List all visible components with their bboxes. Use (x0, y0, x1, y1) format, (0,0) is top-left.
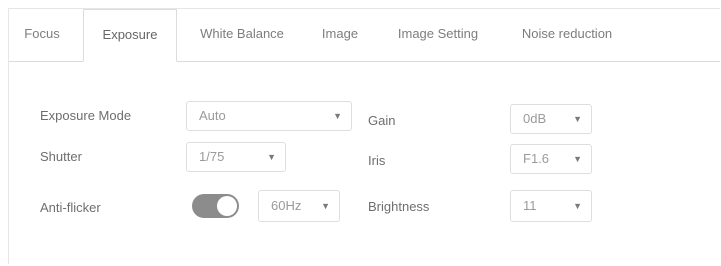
tab-exposure[interactable]: Exposure (83, 9, 177, 62)
brightness-label: Brightness (368, 199, 430, 214)
anti-flicker-frequency-select[interactable]: 60Hz ▼ (258, 190, 340, 222)
exposure-mode-label: Exposure Mode (40, 108, 132, 123)
tab-white-balance[interactable]: White Balance (185, 9, 299, 61)
anti-flicker-label: Anti-flicker (40, 200, 101, 215)
brightness-select[interactable]: 11 ▼ (510, 190, 592, 222)
tab-bar: Focus Exposure White Balance Image Image… (9, 9, 720, 62)
caret-down-icon: ▼ (333, 111, 342, 121)
caret-down-icon: ▼ (573, 114, 582, 124)
iris-select[interactable]: F1.6 ▼ (510, 144, 592, 174)
exposure-settings-panel: Focus Exposure White Balance Image Image… (8, 8, 720, 264)
shutter-value: 1/75 (199, 149, 225, 164)
caret-down-icon: ▼ (321, 201, 330, 211)
anti-flicker-frequency-value: 60Hz (271, 198, 302, 213)
gain-label: Gain (368, 113, 396, 128)
tab-focus[interactable]: Focus (9, 9, 75, 61)
caret-down-icon: ▼ (573, 201, 582, 211)
exposure-mode-select[interactable]: Auto ▼ (186, 101, 352, 131)
shutter-select[interactable]: 1/75 ▼ (186, 142, 286, 172)
exposure-mode-value: Auto (199, 108, 226, 123)
tab-noise-reduction[interactable]: Noise reduction (507, 9, 627, 61)
iris-value: F1.6 (523, 151, 550, 166)
caret-down-icon: ▼ (267, 152, 276, 162)
gain-select[interactable]: 0dB ▼ (510, 104, 592, 134)
gain-value: 0dB (523, 111, 547, 126)
iris-label: Iris (368, 153, 386, 168)
toggle-knob (217, 196, 237, 216)
brightness-value: 11 (523, 198, 537, 213)
tab-image[interactable]: Image (309, 9, 371, 61)
anti-flicker-toggle[interactable] (192, 194, 239, 218)
tab-image-setting[interactable]: Image Setting (383, 9, 493, 61)
caret-down-icon: ▼ (573, 154, 582, 164)
shutter-label: Shutter (40, 149, 82, 164)
